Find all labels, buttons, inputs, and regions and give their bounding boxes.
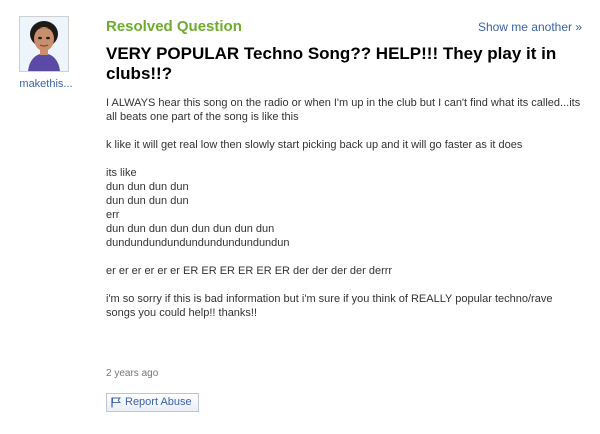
avatar[interactable] (19, 16, 69, 72)
body-paragraph: k like it will get real low then slowly … (106, 139, 523, 151)
report-abuse-button[interactable]: Report Abuse (106, 393, 199, 412)
question-title: VERY POPULAR Techno Song?? HELP!!! They … (106, 44, 557, 83)
report-abuse-label: Report Abuse (125, 396, 192, 408)
cartoon-avatar-icon (20, 17, 68, 71)
body-paragraph: i'm so sorry if this is bad information … (106, 293, 553, 319)
question-header: Resolved Question Show me another » (106, 18, 582, 38)
body-line: its like (106, 167, 137, 179)
body-line: dun dun dun dun dun dun dun dun (106, 223, 275, 235)
asker-username[interactable]: makethis... (10, 78, 82, 90)
show-another-link[interactable]: Show me another » (478, 20, 582, 34)
body-paragraph: er er er er er er ER ER ER ER ER ER der … (106, 265, 393, 277)
body-paragraph: I ALWAYS hear this song on the radio or … (106, 97, 581, 123)
body-line: dun dun dun dun (106, 195, 189, 207)
question-body: I ALWAYS hear this song on the radio or … (106, 96, 584, 334)
body-line: err (106, 209, 120, 221)
resolved-status-label: Resolved Question (106, 18, 242, 35)
flag-icon (111, 397, 121, 408)
body-line: dundundundundundundundundundun (106, 237, 290, 249)
body-line: dun dun dun dun (106, 181, 189, 193)
question-timestamp: 2 years ago (106, 368, 159, 379)
